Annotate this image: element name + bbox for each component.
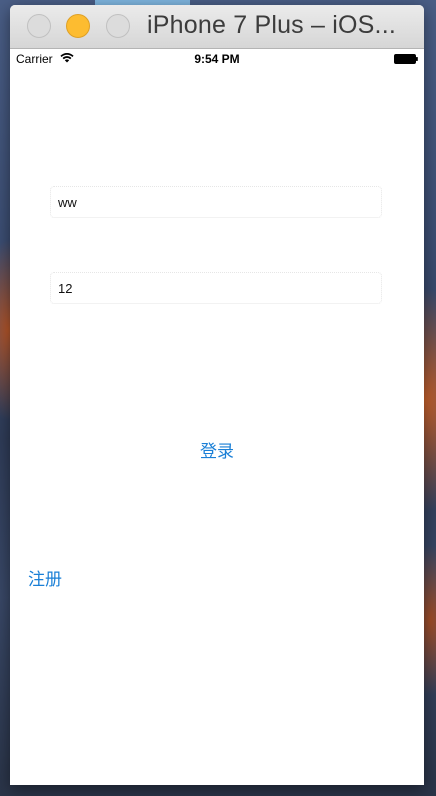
minimize-window-button[interactable] (66, 14, 90, 38)
simulator-window: iPhone 7 Plus – iOS... Carrier 9:54 PM w… (10, 5, 424, 785)
window-title: iPhone 7 Plus – iOS... (147, 11, 396, 39)
status-clock: 9:54 PM (194, 52, 240, 66)
username-field[interactable]: ww (50, 186, 382, 218)
close-window-button[interactable] (27, 14, 51, 38)
device-screen: Carrier 9:54 PM ww 12 登录 注册 (10, 49, 424, 785)
window-titlebar[interactable]: iPhone 7 Plus – iOS... (10, 5, 424, 49)
battery-icon (394, 54, 418, 64)
register-button[interactable]: 注册 (28, 565, 88, 595)
zoom-window-button[interactable] (106, 14, 130, 38)
status-bar: Carrier 9:54 PM (10, 49, 424, 69)
password-value: 12 (58, 281, 73, 296)
login-button[interactable]: 登录 (167, 437, 267, 467)
username-value: ww (58, 195, 77, 210)
password-field[interactable]: 12 (50, 272, 382, 304)
desktop-background: iPhone 7 Plus – iOS... Carrier 9:54 PM w… (0, 0, 436, 796)
